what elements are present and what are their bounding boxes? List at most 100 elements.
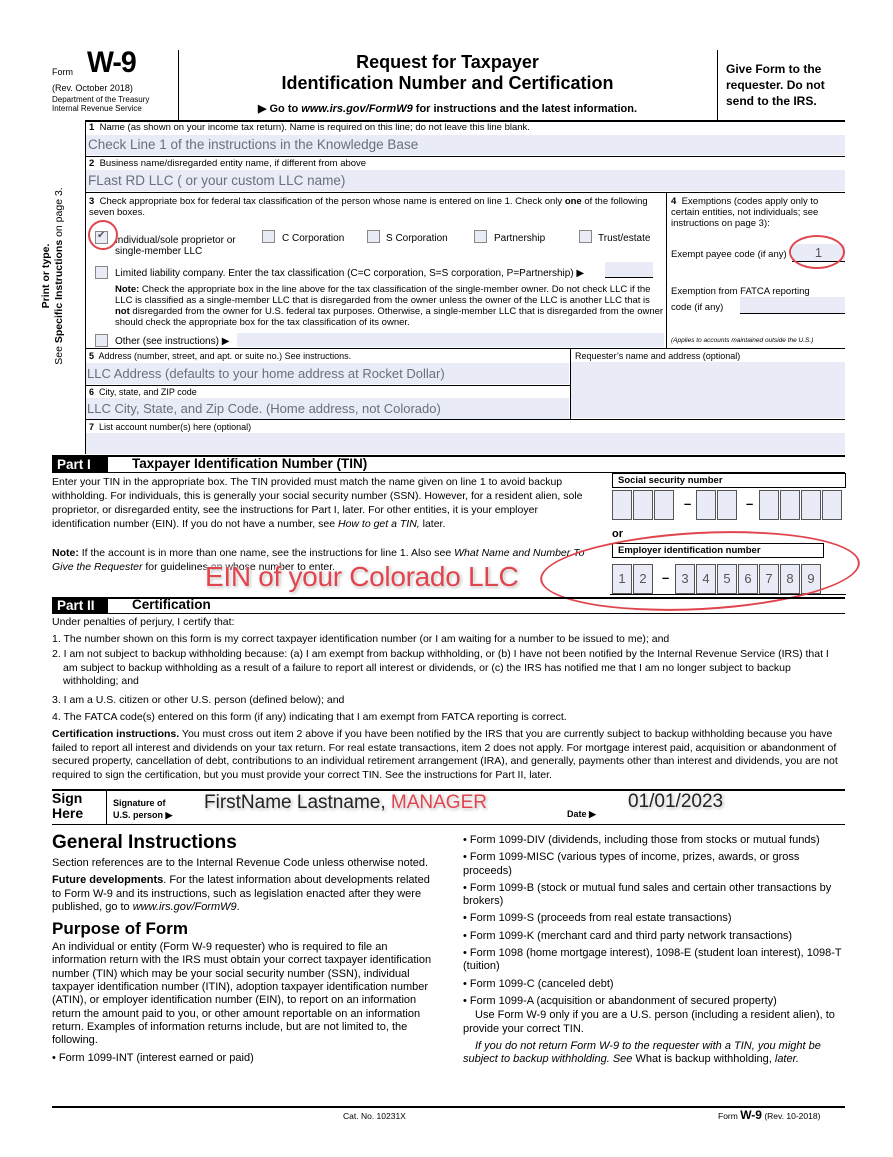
form-word: Form <box>52 67 73 77</box>
ssn-digit-9[interactable] <box>822 490 842 520</box>
ssn-digit-3[interactable] <box>654 490 674 520</box>
bullet-item: • Form 1099-A (acquisition or abandonmen… <box>463 994 777 1007</box>
ssn-label: Social security number <box>612 473 846 488</box>
cert-instructions: Certification instructions. You must cro… <box>52 728 838 781</box>
fatca-applies-note: (Applies to accounts maintained outside … <box>671 337 814 344</box>
bullet-item: • Form 1099-MISC (various types of incom… <box>463 851 800 877</box>
line3-label: 3 Check appropriate box for federal tax … <box>89 196 648 218</box>
rule <box>85 348 845 349</box>
signature-label: Signature of U.S. person ▶ <box>113 798 173 820</box>
part2-intro: Under penalties of perjury, I certify th… <box>52 616 235 628</box>
date-value: 01/01/2023 <box>628 791 724 812</box>
general-instructions-right: • Form 1099-DIV (dividends, including th… <box>463 834 848 1070</box>
date-label: Date ▶ <box>567 809 596 819</box>
line6-label: 6 City, state, and ZIP code <box>89 387 197 397</box>
checkbox-partnership[interactable] <box>474 230 487 243</box>
line7-account-input[interactable] <box>86 433 845 454</box>
llc-label: Limited liability company. Enter the tax… <box>115 268 585 279</box>
dept-line-2: Internal Revenue Service <box>52 104 142 113</box>
line6-city-state-zip-input[interactable]: LLC City, State, and Zip Code. (Home add… <box>86 398 569 419</box>
cert-item-1: 1. The number shown on this form is my c… <box>52 633 670 645</box>
ssn-digit-4[interactable] <box>696 490 716 520</box>
ssn-dash: – <box>684 496 692 511</box>
ssn-digit-7[interactable] <box>780 490 800 520</box>
rule <box>85 419 845 420</box>
ssn-dash: – <box>746 496 754 511</box>
part1-title: Taxpayer Identification Number (TIN) <box>132 456 368 471</box>
annotation-ellipse-ein <box>538 523 862 619</box>
side-label: Print or type. See Specific Instructions… <box>40 187 65 365</box>
option-c-corp-label: C Corporation <box>282 233 345 244</box>
ein-callout-text: EIN of your Colorado LLC <box>205 561 519 592</box>
ssn-digit-5[interactable] <box>717 490 737 520</box>
signature-value: FirstName Lastname, MANAGER <box>204 792 487 813</box>
option-trust-label: Trust/estate <box>598 233 651 244</box>
other-label: Other (see instructions) ▶ <box>115 336 230 347</box>
line5-address-input[interactable]: LLC Address (defaults to your home addre… <box>86 363 569 384</box>
fatca-label-1: Exemption from FATCA reporting <box>671 286 810 297</box>
requester-input[interactable] <box>571 362 845 418</box>
part2-title: Certification <box>132 597 211 612</box>
line5-label: 5 Address (number, street, and apt. or s… <box>89 351 352 361</box>
checkbox-trust-estate[interactable] <box>579 230 592 243</box>
other-input[interactable] <box>237 333 664 347</box>
purpose-of-form-heading: Purpose of Form <box>52 919 189 939</box>
cert-item-3: 3. I am a U.S. citizen or other U.S. per… <box>52 694 345 706</box>
form-title: Request for Taxpayer Identification Numb… <box>180 52 715 115</box>
form-revision: (Rev. October 2018) <box>52 83 133 93</box>
title-line-2: Identification Number and Certification <box>281 73 614 93</box>
line4-divider <box>666 192 667 348</box>
general-instructions-heading: General Instructions <box>52 832 237 853</box>
checkbox-s-corporation[interactable] <box>367 230 380 243</box>
title-line-1: Request for Taxpayer <box>356 52 539 72</box>
rule <box>85 156 845 157</box>
use-form-paragraph: Use Form W-9 only if you are a U.S. pers… <box>463 1009 835 1035</box>
ssn-digit-8[interactable] <box>801 490 821 520</box>
bullet-item: • Form 1099-S (proceeds from real estate… <box>463 912 732 925</box>
llc-classification-input[interactable] <box>605 262 653 278</box>
annotation-circle-exempt <box>789 235 845 269</box>
backup-warning: If you do not return Form W-9 to the req… <box>463 1039 821 1066</box>
sign-here-label: Sign Here <box>52 790 84 821</box>
line2-label: 2 Business name/disregarded entity name,… <box>89 158 367 169</box>
line3-note: Note: Check the appropriate box in the l… <box>115 284 664 328</box>
rule <box>85 192 845 193</box>
fatca-code-input[interactable] <box>740 297 845 314</box>
irs-url-link[interactable]: www.irs.gov/FormW9 <box>301 103 412 115</box>
checkbox-c-corporation[interactable] <box>262 230 275 243</box>
general-instructions-left: General Instructions Section references … <box>52 832 442 1069</box>
ssn-digit-1[interactable] <box>612 490 632 520</box>
bullet-1099-int: • Form 1099-INT (interest earned or paid… <box>52 1051 254 1064</box>
footer-form-id: Form W-9 (Rev. 10-2018) <box>718 1108 821 1122</box>
requester-label: Requester’s name and address (optional) <box>575 351 741 361</box>
future-developments: Future developments. For the latest info… <box>52 874 430 913</box>
cert-item-4: 4. The FATCA code(s) entered on this for… <box>52 711 567 723</box>
part1-instructions: Enter your TIN in the appropriate box. T… <box>52 476 583 530</box>
checkbox-llc[interactable] <box>95 266 108 279</box>
ssn-digit-2[interactable] <box>633 490 653 520</box>
header-divider-left <box>178 50 179 120</box>
catalog-number: Cat. No. 10231X <box>343 1111 406 1121</box>
form-id-block: Form W-9 (Rev. October 2018) Department … <box>52 46 180 118</box>
part1-tag: Part I <box>52 457 108 472</box>
or-label: or <box>612 528 623 540</box>
line1-label: 1 Name (as shown on your income tax retu… <box>89 122 530 133</box>
annotation-circle-checkbox <box>88 220 118 250</box>
rule <box>52 824 845 825</box>
bullet-item: • Form 1099-C (canceled debt) <box>463 977 614 990</box>
checkbox-other[interactable] <box>95 334 108 347</box>
section-references: Section references are to the Internal R… <box>52 857 429 869</box>
bullet-item: • Form 1098 (home mortgage interest), 10… <box>463 947 842 973</box>
line4-label: 4 Exemptions (codes apply only to certai… <box>671 196 819 229</box>
purpose-paragraph: An individual or entity (Form W-9 reques… <box>52 941 432 1047</box>
form-number: W-9 <box>87 46 137 79</box>
option-s-corp-label: S Corporation <box>386 233 448 244</box>
give-form-note: Give Form to the requester. Do not send … <box>726 62 825 108</box>
rule <box>52 613 845 614</box>
ssn-digit-6[interactable] <box>759 490 779 520</box>
bullet-item: • Form 1099-DIV (dividends, including th… <box>463 834 820 846</box>
part2-tag: Part II <box>52 598 108 613</box>
line2-business-name-input[interactable]: FLast RD LLC ( or your custom LLC name) <box>86 170 845 191</box>
line1-name-input[interactable]: Check Line 1 of the instructions in the … <box>86 135 845 155</box>
bullet-item: • Form 1099-K (merchant card and third p… <box>463 929 793 942</box>
